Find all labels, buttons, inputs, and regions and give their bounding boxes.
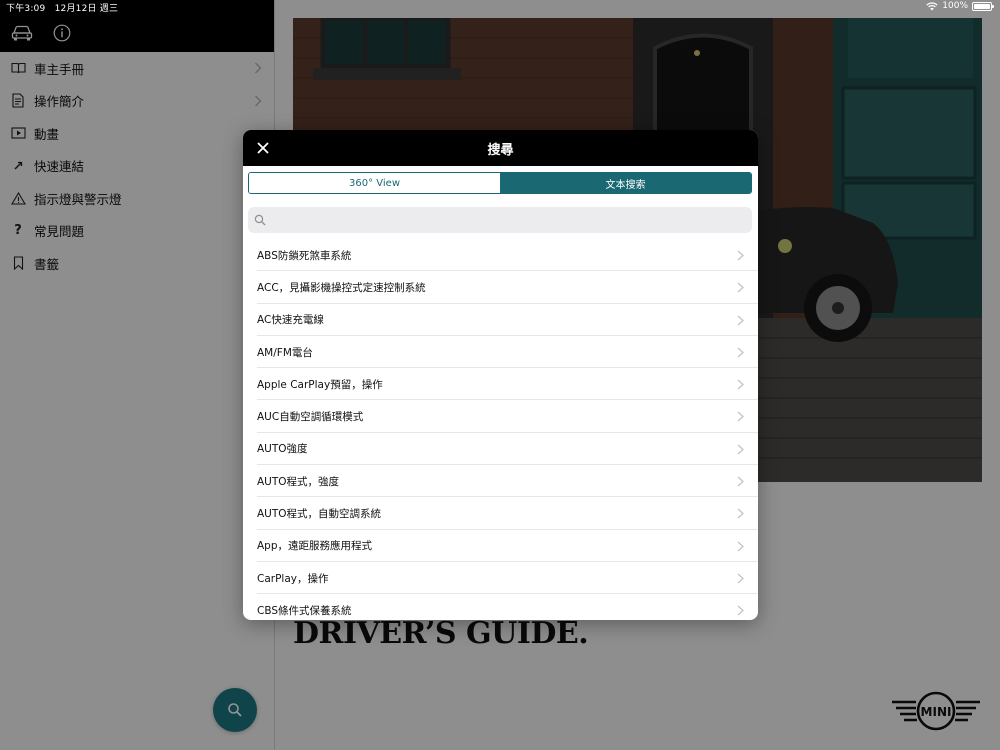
search-field[interactable] [248,207,752,233]
chevron-right-icon [737,605,744,616]
search-result-item[interactable]: ACC，見攝影機操控式定速控制系統 [243,271,758,304]
modal-title: 搜尋 [487,143,514,158]
chevron-right-icon [737,412,744,422]
status-indicators: 100% [926,1,994,11]
search-result-item[interactable]: AUTO程式，自動空調系統 [243,497,758,530]
chevron-right-icon [737,508,744,519]
status-time-date: 下午3:09 12月12日 週三 [6,4,119,14]
search-mode-tabs: 360° View 文本搜索 [248,172,752,194]
chevron-right-icon [737,573,744,584]
battery-icon [972,1,994,11]
chevron-right-icon [737,541,744,552]
chevron-right-icon [737,379,744,390]
result-label: AUTO強度 [257,443,308,456]
search-result-item[interactable]: AUC自動空調循環模式 [243,400,758,434]
search-input[interactable] [271,213,741,227]
result-label: ABS防鎖死煞車系統 [257,249,352,262]
search-result-item[interactable]: CarPlay，操作 [243,562,758,595]
result-label: CarPlay，操作 [257,572,329,585]
tab-text-search[interactable]: 文本搜索 [500,173,751,193]
search-result-item[interactable]: AUTO強度 [243,433,758,466]
tab-360-view[interactable]: 360° View [249,173,500,193]
chevron-right-icon [737,347,744,358]
search-result-item[interactable]: AM/FM電台 [243,336,758,369]
search-results-list: ABS防鎖死煞車系統 ACC，見攝影機操控式定速控制系統 AC快速充電線 AM/… [243,239,758,620]
wifi-icon [926,1,938,10]
result-label: AUC自動空調循環模式 [257,411,364,424]
search-result-item[interactable]: Apple CarPlay預留，操作 [243,368,758,401]
battery-percent: 100% [942,1,968,11]
result-label: Apple CarPlay預留，操作 [257,378,383,391]
search-modal: 搜尋 360° View 文本搜索 ABS防鎖死煞車系統 ACC，見攝影機操控式… [243,130,758,620]
chevron-right-icon [737,476,744,487]
chevron-right-icon [737,444,744,455]
result-label: CBS條件式保養系統 [257,604,352,617]
result-label: AC快速充電線 [257,314,324,327]
status-bar: 下午3:09 12月12日 週三 100% [0,0,1000,14]
chevron-right-icon [737,282,744,293]
result-label: ACC，見攝影機操控式定速控制系統 [257,281,426,294]
search-result-item[interactable]: App，遠距服務應用程式 [243,530,758,563]
chevron-right-icon [737,315,744,326]
modal-header: 搜尋 [243,130,758,166]
result-label: AUTO程式，強度 [257,475,340,488]
search-result-item[interactable]: ABS防鎖死煞車系統 [243,239,758,272]
result-label: AM/FM電台 [257,346,313,359]
result-label: AUTO程式，自動空調系統 [257,508,382,521]
search-icon [254,214,266,226]
search-result-item[interactable]: CBS條件式保養系統 [243,594,758,620]
chevron-right-icon [737,250,744,261]
search-result-item[interactable]: AUTO程式，強度 [243,465,758,498]
battery-level-fill [974,3,990,9]
search-result-item[interactable]: AC快速充電線 [243,304,758,337]
result-label: App，遠距服務應用程式 [257,540,373,553]
